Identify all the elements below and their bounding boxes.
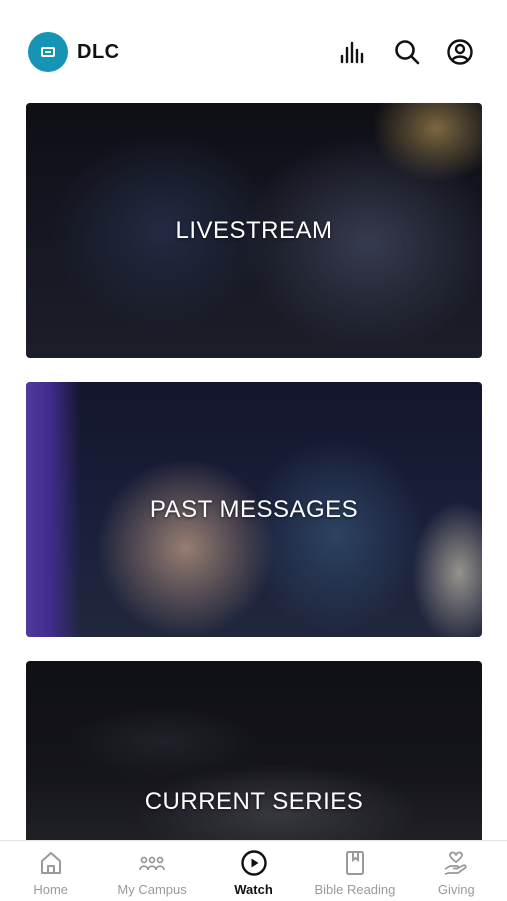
current-series-title: CURRENT SERIES xyxy=(144,788,364,815)
current-series-card[interactable]: CURRENT SERIES xyxy=(26,661,482,841)
past-messages-card[interactable]: PAST MESSAGES xyxy=(26,382,482,637)
logo-glyph-icon xyxy=(41,47,55,57)
tab-home-label: Home xyxy=(33,882,69,897)
account-icon[interactable] xyxy=(446,38,474,66)
tab-my-campus-label: My Campus xyxy=(117,882,187,897)
brand-name: DLC xyxy=(77,41,120,63)
tab-giving-label: Giving xyxy=(437,882,475,897)
livestream-title: LIVESTREAM xyxy=(175,216,333,244)
app-header: DLC xyxy=(0,0,507,100)
tab-watch-label: Watch xyxy=(234,882,273,897)
tab-home[interactable]: Home xyxy=(0,841,101,901)
livestream-card[interactable]: LIVESTREAM xyxy=(26,103,482,358)
search-icon[interactable] xyxy=(393,38,421,66)
tab-watch[interactable]: Watch xyxy=(203,841,304,901)
book-icon xyxy=(345,851,364,875)
brand-logo[interactable] xyxy=(28,32,68,72)
audio-bars-icon[interactable] xyxy=(338,38,366,66)
play-icon xyxy=(240,850,267,876)
home-icon xyxy=(40,852,61,874)
past-messages-title: PAST MESSAGES xyxy=(149,495,359,523)
tab-giving[interactable]: Giving xyxy=(406,841,507,901)
bottom-tab-bar: Home My Campus Watch Bible Reading Givin… xyxy=(0,840,507,901)
tab-bible-reading[interactable]: Bible Reading xyxy=(304,841,405,901)
tab-my-campus[interactable]: My Campus xyxy=(101,841,202,901)
campus-icon xyxy=(139,856,166,871)
tab-bible-reading-label: Bible Reading xyxy=(314,882,396,897)
giving-icon xyxy=(444,851,468,875)
